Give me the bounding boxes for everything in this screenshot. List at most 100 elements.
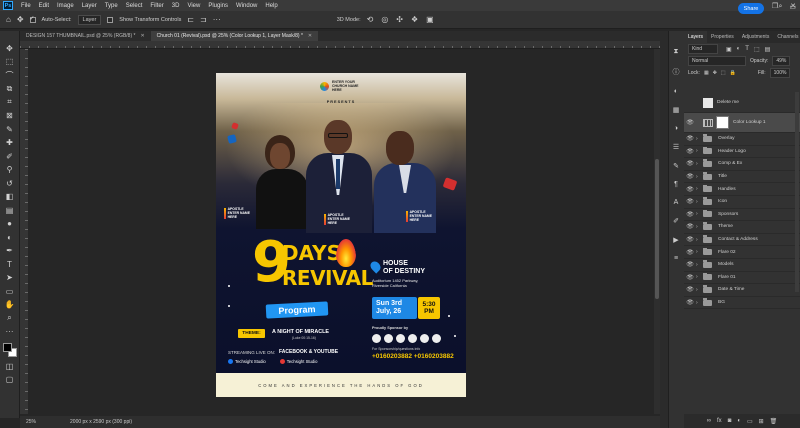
blend-mode-dropdown[interactable]: Normal <box>688 56 746 66</box>
workspace-icon[interactable]: ▭ <box>789 3 796 11</box>
menu-plugins[interactable]: Plugins <box>208 3 228 9</box>
new-group-icon[interactable]: ▭ <box>747 418 753 425</box>
layer-color-lookup[interactable]: 👁 Color Lookup 1 <box>684 113 800 133</box>
layer-group-theme[interactable]: 👁 › Theme <box>684 221 800 234</box>
blur-icon[interactable]: ● <box>4 219 16 230</box>
layer-group-contact-address[interactable]: 👁 › Contact & Address <box>684 234 800 247</box>
menu-edit[interactable]: Edit <box>39 3 49 9</box>
more-options-icon[interactable]: ··· <box>213 15 221 24</box>
menu-select[interactable]: Select <box>126 3 143 9</box>
dodge-icon[interactable]: ◐ <box>4 232 16 243</box>
eye-icon[interactable]: 👁 <box>684 299 696 306</box>
tab-church-01[interactable]: Church 01 (Revival).psd @ 25% (Color Loo… <box>150 31 319 41</box>
search-icon[interactable]: ⌕ <box>778 3 782 11</box>
zoom-icon[interactable]: ⌕ <box>4 313 16 324</box>
eye-icon[interactable]: 👁 <box>684 261 696 268</box>
fill-input[interactable]: 100% <box>769 68 791 78</box>
history-brush-icon[interactable]: ↺ <box>4 178 16 189</box>
menu-3d[interactable]: 3D <box>172 3 180 9</box>
menu-layer[interactable]: Layer <box>82 3 97 9</box>
layer-group-handles[interactable]: 👁 › Handles <box>684 183 800 196</box>
frame-icon[interactable]: ⊠ <box>4 111 16 122</box>
expand-arrow-icon[interactable]: › <box>696 136 703 142</box>
layer-group-icon[interactable]: 👁 › Icon <box>684 196 800 209</box>
crop-icon[interactable]: ⌗ <box>4 97 16 108</box>
slide-icon[interactable]: ❖ <box>411 15 418 24</box>
auto-select-checkbox[interactable] <box>29 15 36 23</box>
align-left-icon[interactable]: ⊏ <box>187 15 194 24</box>
eye-icon[interactable]: 👁 <box>684 173 696 180</box>
layer-group-title[interactable]: 👁 › Title <box>684 171 800 184</box>
object-select-icon[interactable]: ⧉ <box>4 84 16 95</box>
eye-icon[interactable]: 👁 <box>684 236 696 243</box>
lock-all-icon[interactable]: 🔒 <box>730 70 736 76</box>
menu-window[interactable]: Window <box>236 3 257 9</box>
eye-icon[interactable]: 👁 <box>684 135 696 142</box>
expand-arrow-icon[interactable]: › <box>696 287 703 293</box>
tab-layers[interactable]: Layers <box>684 31 708 43</box>
color-icon[interactable]: ◐ <box>674 88 678 95</box>
screen-mode-icon[interactable]: ▢ <box>4 375 16 386</box>
clone-stamp-icon[interactable]: ⚲ <box>4 165 16 176</box>
actions-icon[interactable]: ▶ <box>673 236 678 244</box>
lock-artboard-icon[interactable]: ⬚ <box>721 70 726 76</box>
pen-icon[interactable]: ✒ <box>4 246 16 257</box>
quick-mask-icon[interactable]: ◫ <box>4 361 16 372</box>
opacity-input[interactable]: 49% <box>772 56 791 66</box>
foreground-color-swatch[interactable] <box>2 343 12 352</box>
layer-group-date-time[interactable]: 👁 › Date & Time <box>684 284 800 297</box>
character-icon[interactable]: A <box>674 199 679 206</box>
path-select-icon[interactable]: ➤ <box>4 273 16 284</box>
expand-arrow-icon[interactable]: › <box>696 199 703 205</box>
expand-arrow-icon[interactable]: › <box>696 174 703 180</box>
roll-icon[interactable]: ◎ <box>381 15 388 24</box>
eye-icon[interactable]: 👁 <box>684 186 696 193</box>
move-icon[interactable]: ✥ <box>4 43 16 54</box>
auto-select-dropdown[interactable]: Layer <box>77 14 102 25</box>
type-filter-icon[interactable]: T <box>745 46 749 53</box>
align-center-icon[interactable]: ⊐ <box>200 15 207 24</box>
tab-adjustments[interactable]: Adjustments <box>738 31 774 43</box>
adjust-icon[interactable]: ◑ <box>674 125 678 132</box>
add-mask-icon[interactable]: ◙ <box>728 418 732 424</box>
gradient-icon[interactable]: ▤ <box>4 205 16 216</box>
expand-arrow-icon[interactable]: › <box>696 211 703 217</box>
info-icon[interactable]: ⓘ <box>673 67 680 77</box>
expand-arrow-icon[interactable]: › <box>696 224 703 230</box>
comments-icon[interactable]: ✎ <box>673 162 679 170</box>
expand-arrow-icon[interactable]: › <box>696 249 703 255</box>
type-icon[interactable]: T <box>4 259 16 270</box>
orbit-icon[interactable]: ⟲ <box>367 15 374 24</box>
layer-group-flare-01[interactable]: 👁 › Flare 01 <box>684 272 800 285</box>
poster-artwork[interactable]: ENTER YOUR CHURCH NAME HERE PRESENTS APO… <box>216 73 466 397</box>
smart-object-filter-icon[interactable]: ▤ <box>765 46 771 53</box>
lock-position-icon[interactable]: ✥ <box>713 70 717 76</box>
eye-icon[interactable]: 👁 <box>684 223 696 230</box>
menu-filter[interactable]: Filter <box>150 3 163 9</box>
menu-view[interactable]: View <box>187 3 200 9</box>
expand-arrow-icon[interactable]: › <box>696 300 703 306</box>
expand-arrow-icon[interactable]: › <box>696 161 703 167</box>
shape-filter-icon[interactable]: ⬚ <box>754 46 760 53</box>
eyedropper-icon[interactable]: ✎ <box>4 124 16 135</box>
layer-delete-me[interactable]: Delete me <box>684 93 800 113</box>
layer-group-flare-02[interactable]: 👁 › Flare 02 <box>684 246 800 259</box>
delete-layer-icon[interactable]: 🗑 <box>770 418 778 425</box>
menu-image[interactable]: Image <box>57 3 74 9</box>
close-tab-icon[interactable]: ✕ <box>140 33 144 39</box>
history-icon[interactable]: ⧗ <box>674 48 679 56</box>
pixel-filter-icon[interactable]: ▣ <box>726 46 732 53</box>
tab-properties[interactable]: Properties <box>707 31 738 43</box>
new-adjustment-icon[interactable]: ◐ <box>737 418 741 424</box>
marquee-icon[interactable]: ⬚ <box>4 57 16 68</box>
pan-3d-icon[interactable]: ✣ <box>396 15 403 24</box>
link-layers-icon[interactable]: ∞ <box>707 418 711 424</box>
more-tools-icon[interactable]: ··· <box>4 327 16 338</box>
eye-icon[interactable]: 👁 <box>684 249 696 256</box>
lock-pixels-icon[interactable]: ▦ <box>704 70 709 76</box>
layer-group-sponsors[interactable]: 👁 › Sponsors <box>684 209 800 222</box>
close-tab-icon[interactable]: ✕ <box>308 33 312 39</box>
healing-brush-icon[interactable]: ✚ <box>4 138 16 149</box>
paragraph-icon[interactable]: ¶ <box>674 181 678 188</box>
eye-icon[interactable]: 👁 <box>684 211 696 218</box>
